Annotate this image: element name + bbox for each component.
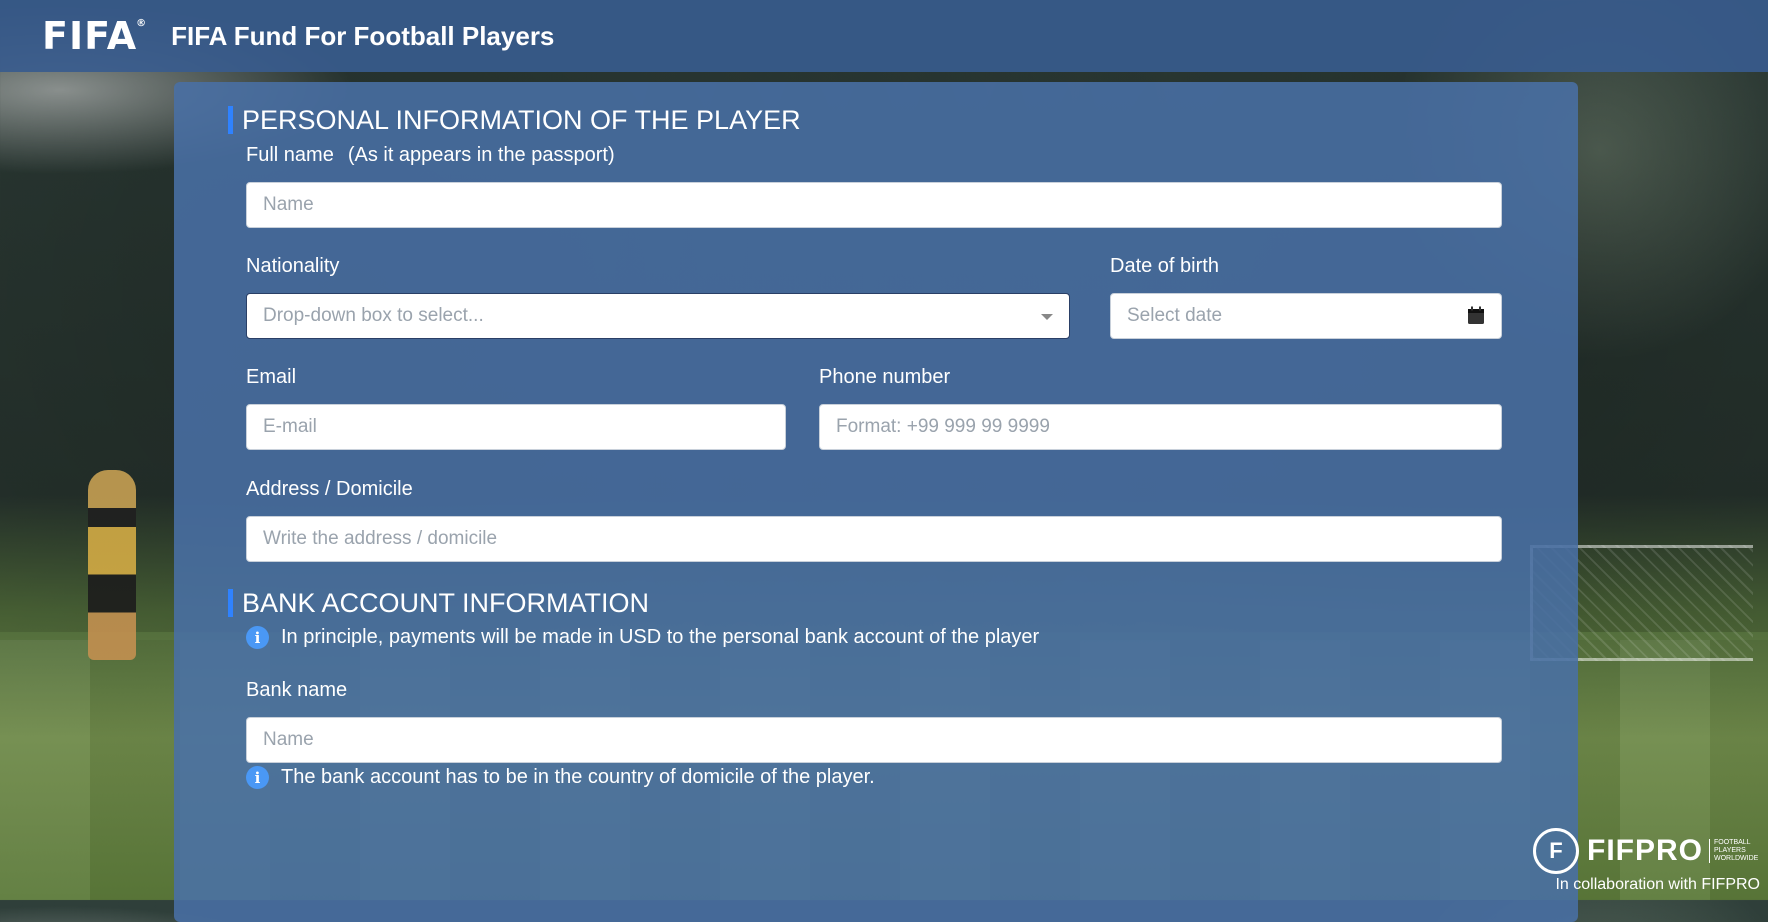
fifpro-tagline-line: FOOTBALL: [1714, 839, 1751, 846]
fifpro-tagline-line: WORLDWIDE: [1714, 855, 1759, 862]
payments-info: i In principle, payments will be made in…: [246, 626, 1039, 649]
payments-info-text: In principle, payments will be made in U…: [281, 626, 1040, 648]
fifa-logo-text: FIFA: [42, 14, 138, 58]
collaboration-text: In collaboration with FIFPRO: [1555, 876, 1760, 893]
date-of-birth-picker[interactable]: Select date: [1110, 293, 1502, 339]
phone-input[interactable]: [819, 404, 1502, 450]
form-panel: PERSONAL INFORMATION OF THE PLAYER Full …: [174, 82, 1578, 922]
background-player-figure: [88, 470, 136, 660]
bank-name-label: Bank name: [246, 679, 348, 701]
nationality-select[interactable]: Drop-down box to select...: [246, 293, 1070, 339]
bank-info-heading: BANK ACCOUNT INFORMATION: [228, 589, 649, 617]
date-of-birth-placeholder: Select date: [1127, 305, 1223, 326]
nationality-placeholder: Drop-down box to select...: [263, 305, 484, 326]
address-input[interactable]: [246, 516, 1502, 562]
info-icon: i: [246, 766, 269, 789]
fifpro-tagline-line: PLAYERS: [1714, 847, 1746, 854]
date-of-birth-label: Date of birth: [1110, 255, 1219, 277]
phone-label: Phone number: [819, 366, 951, 388]
info-icon: i: [246, 626, 269, 649]
full-name-input[interactable]: [246, 182, 1502, 228]
full-name-label: Full name (As it appears in the passport): [246, 144, 615, 167]
app-title: FIFA Fund For Football Players: [171, 20, 555, 51]
full-name-hint: (As it appears in the passport): [347, 144, 615, 166]
fifpro-wordmark: FIFPRO: [1587, 834, 1703, 867]
fifa-logo[interactable]: FIFA ®: [42, 14, 146, 58]
bank-country-info-text: The bank account has to be in the countr…: [281, 766, 875, 788]
calendar-icon[interactable]: [1467, 306, 1485, 325]
chevron-down-icon: [1041, 314, 1053, 320]
fifpro-mark-icon: F: [1533, 828, 1579, 874]
fifpro-tagline: FOOTBALL PLAYERS WORLDWIDE: [1709, 839, 1760, 863]
top-bar: FIFA ® FIFA Fund For Football Players: [0, 0, 1768, 72]
email-label: Email: [246, 366, 297, 388]
nationality-label: Nationality: [246, 255, 340, 277]
full-name-label-text: Full name: [246, 144, 334, 166]
address-label: Address / Domicile: [246, 478, 413, 500]
bank-country-info: i The bank account has to be in the coun…: [246, 766, 875, 789]
fifpro-logo: F FIFPRO FOOTBALL PLAYERS WORLDWIDE: [1533, 828, 1760, 874]
registered-mark: ®: [136, 18, 148, 29]
personal-info-heading: PERSONAL INFORMATION OF THE PLAYER: [228, 106, 801, 134]
bank-name-input[interactable]: [246, 717, 1502, 763]
email-input[interactable]: [246, 404, 786, 450]
fifpro-badge: F FIFPRO FOOTBALL PLAYERS WORLDWIDE In c…: [1533, 828, 1760, 894]
